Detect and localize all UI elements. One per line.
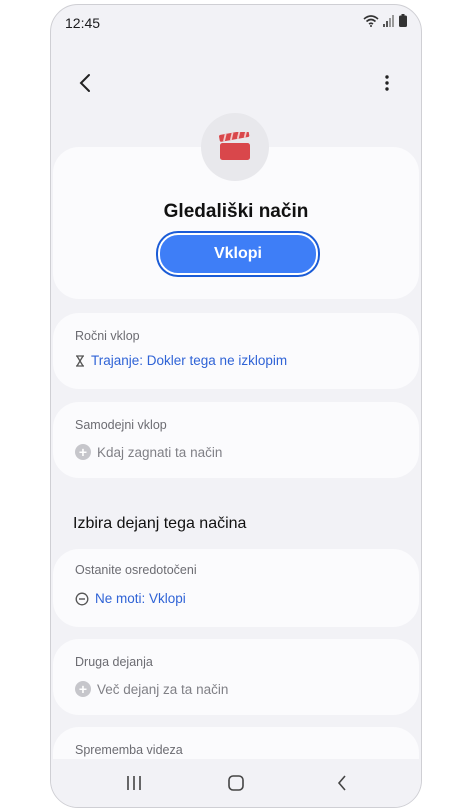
- manual-on-card[interactable]: Ročni vklop Trajanje: Dokler tega ne izk…: [53, 313, 419, 389]
- manual-on-title: Ročni vklop: [75, 329, 140, 343]
- plus-icon: +: [75, 444, 91, 460]
- navigation-bar: [51, 759, 421, 807]
- do-not-disturb-setting[interactable]: Ne moti: Vklopi: [75, 591, 186, 606]
- status-time: 12:45: [65, 15, 101, 31]
- more-vertical-icon: [385, 75, 389, 91]
- recents-button[interactable]: [119, 771, 149, 795]
- recents-icon: [127, 776, 141, 790]
- other-actions-add-label: Več dejanj za ta način: [97, 681, 229, 697]
- appearance-title: Sprememba videza: [75, 743, 183, 757]
- manual-on-duration-label: Trajanje: Dokler tega ne izklopim: [91, 353, 288, 368]
- more-options-button[interactable]: [371, 67, 403, 99]
- stay-focused-card[interactable]: Ostanite osredotočeni Ne moti: Vklopi: [53, 549, 419, 627]
- status-icons: [363, 14, 407, 27]
- do-not-disturb-label: Ne moti: Vklopi: [95, 591, 186, 606]
- back-nav-button[interactable]: [327, 771, 357, 795]
- other-actions-title: Druga dejanja: [75, 655, 153, 669]
- do-not-disturb-icon: [75, 592, 89, 605]
- stay-focused-title: Ostanite osredotočeni: [75, 563, 197, 577]
- status-bar: 12:45: [51, 5, 421, 41]
- back-button[interactable]: [69, 67, 101, 99]
- auto-on-card[interactable]: Samodejni vklop + Kdaj zagnati ta način: [53, 402, 419, 478]
- chevron-left-icon: [337, 775, 346, 791]
- home-icon: [228, 775, 244, 791]
- auto-on-title: Samodejni vklop: [75, 418, 167, 432]
- wifi-icon: [363, 14, 379, 27]
- hourglass-icon: [76, 354, 84, 367]
- other-actions-card[interactable]: Druga dejanja + Več dejanj za ta način: [53, 639, 419, 715]
- auto-on-add[interactable]: + Kdaj zagnati ta način: [75, 444, 222, 460]
- mode-icon: [201, 113, 269, 181]
- page-title: Gledališki način: [163, 201, 309, 222]
- auto-on-add-label: Kdaj zagnati ta način: [97, 444, 223, 460]
- signal-icon: [383, 14, 394, 27]
- phone-screen: 12:45 Gledališki način Vklopi Ročni vklo…: [50, 4, 422, 808]
- chevron-left-icon: [79, 74, 90, 92]
- battery-icon: [399, 14, 407, 27]
- turn-on-button[interactable]: Vklopi: [158, 233, 318, 275]
- home-button[interactable]: [221, 771, 251, 795]
- clapperboard-icon: [219, 132, 250, 160]
- plus-icon: +: [75, 681, 91, 697]
- actions-section-heading: Izbira dejanj tega načina: [73, 515, 247, 532]
- other-actions-add[interactable]: + Več dejanj za ta način: [75, 681, 228, 697]
- manual-on-duration[interactable]: Trajanje: Dokler tega ne izklopim: [75, 353, 287, 368]
- top-app-bar: [51, 63, 421, 103]
